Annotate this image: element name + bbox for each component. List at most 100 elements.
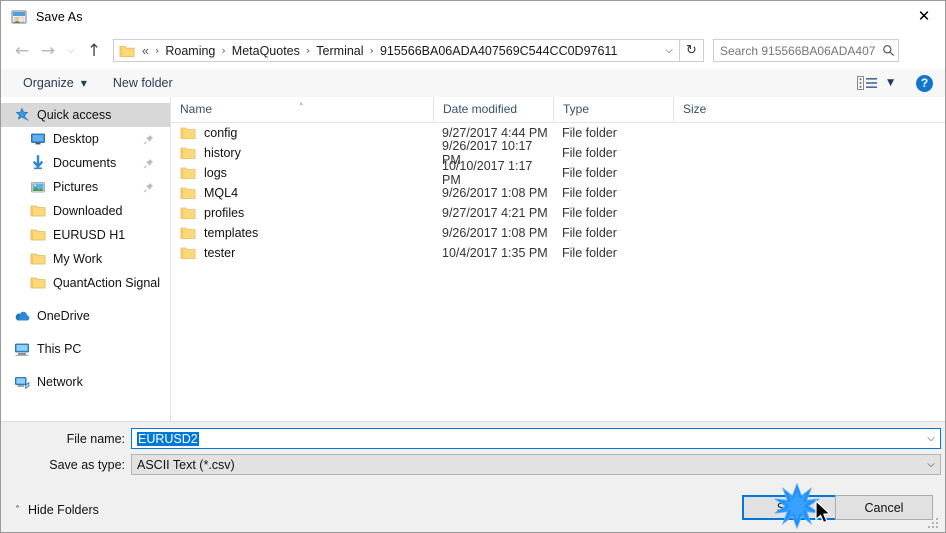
file-date-cell: 10/4/2017 1:35 PM	[442, 246, 548, 260]
organize-button[interactable]: Organize ▼	[19, 73, 91, 93]
search-input[interactable]	[714, 42, 878, 59]
this-pc-icon	[14, 341, 30, 357]
sidebar-item-this-pc[interactable]: This PC	[1, 337, 170, 361]
column-header-type[interactable]: Type	[553, 97, 673, 122]
folder-icon	[30, 275, 46, 291]
hide-folders-label: Hide Folders	[28, 503, 99, 517]
sidebar-item-my-work[interactable]: My Work	[1, 247, 170, 271]
sort-ascending-icon: ˄	[299, 103, 304, 113]
filetype-row: Save as type: ASCII Text (*.csv) ⌵	[15, 454, 941, 475]
save-as-dialog: Save As ✕ ← → ⌵ ↑ « › Roaming › MetaQuot…	[0, 0, 946, 533]
recent-locations-button[interactable]: ⌵	[61, 38, 81, 64]
folder-icon	[30, 203, 46, 219]
file-row[interactable]: profiles 9/27/2017 4:21 PM File folder	[171, 203, 945, 223]
file-date-cell: 9/26/2017 1:08 PM	[442, 186, 548, 200]
file-row[interactable]: templates 9/26/2017 1:08 PM File folder	[171, 223, 945, 243]
chevron-down-icon[interactable]: ▼	[887, 78, 894, 88]
file-name-label: history	[204, 146, 241, 160]
sidebar-item-label: OneDrive	[37, 309, 90, 323]
search-box[interactable]	[713, 39, 899, 62]
sidebar-item-downloaded[interactable]: Downloaded	[1, 199, 170, 223]
sidebar-item-label: EURUSD H1	[53, 228, 126, 242]
file-date-cell: 9/27/2017 4:21 PM	[442, 206, 548, 220]
help-icon: ?	[920, 76, 929, 90]
breadcrumb-item-roaming[interactable]: Roaming	[163, 43, 217, 59]
file-type-cell: File folder	[562, 166, 617, 180]
sidebar-item-desktop[interactable]: Desktop	[1, 127, 170, 151]
breadcrumb-item-metaquotes[interactable]: MetaQuotes	[230, 43, 302, 59]
sidebar-item-onedrive[interactable]: OneDrive	[1, 304, 170, 328]
folder-icon	[180, 126, 196, 140]
hide-folders-button[interactable]: ˄ Hide Folders	[15, 503, 99, 517]
address-bar[interactable]: « › Roaming › MetaQuotes › Terminal › 91…	[113, 39, 680, 62]
filename-input[interactable]: EURUSD2 ⌵	[131, 428, 941, 449]
up-button[interactable]: ↑	[81, 38, 107, 64]
chevron-down-icon: ▼	[80, 78, 87, 88]
sidebar-item-network[interactable]: Network	[1, 370, 170, 394]
sidebar-item-quick-access[interactable]: Quick access	[1, 103, 170, 127]
view-controls: ▼ ?	[857, 74, 933, 92]
forward-button[interactable]: →	[35, 38, 61, 64]
file-date-cell: 9/26/2017 1:08 PM	[442, 226, 548, 240]
window-title: Save As	[36, 9, 83, 24]
column-header-date[interactable]: Date modified	[433, 97, 553, 122]
pin-icon[interactable]	[143, 182, 154, 193]
close-button[interactable]: ✕	[901, 1, 945, 31]
file-row[interactable]: config 9/27/2017 4:44 PM File folder	[171, 123, 945, 143]
folder-icon	[180, 146, 196, 160]
save-button[interactable]: Save	[742, 495, 840, 520]
address-dropdown-icon[interactable]: ⌵	[659, 45, 679, 56]
onedrive-icon	[14, 308, 30, 324]
filename-row: File name: EURUSD2 ⌵	[15, 428, 941, 449]
sidebar-item-eurusd-h1[interactable]: EURUSD H1	[1, 223, 170, 247]
column-header-name[interactable]: Name ˄	[171, 97, 433, 122]
file-list-pane: Name ˄ Date modified Type Size config 9/27/20…	[171, 97, 945, 421]
breadcrumb-sep-2: ›	[305, 44, 311, 57]
sidebar-item-documents[interactable]: Documents	[1, 151, 170, 175]
column-header-size[interactable]: Size	[673, 97, 753, 122]
file-type-cell: File folder	[562, 126, 617, 140]
sidebar-item-label: My Work	[53, 252, 103, 266]
column-header-label: Type	[563, 102, 590, 116]
back-button[interactable]: ←	[9, 38, 35, 64]
chevron-down-icon[interactable]: ⌵	[922, 433, 940, 444]
pin-icon[interactable]	[143, 158, 154, 169]
filetype-value: ASCII Text (*.csv)	[137, 457, 235, 472]
file-row[interactable]: tester 10/4/2017 1:35 PM File folder	[171, 243, 945, 263]
file-name-label: MQL4	[204, 186, 239, 200]
documents-icon	[30, 155, 46, 171]
sidebar-item-pictures[interactable]: Pictures	[1, 175, 170, 199]
sidebar-item-label: Pictures	[53, 180, 99, 194]
sidebar-item-quantaction-signal[interactable]: QuantAction Signal	[1, 271, 170, 295]
breadcrumb-item-terminal[interactable]: Terminal	[314, 43, 365, 59]
refresh-icon: ↻	[686, 43, 697, 58]
help-button[interactable]: ?	[916, 74, 933, 92]
filetype-label: Save as type:	[49, 457, 125, 472]
column-header-label: Date modified	[443, 102, 518, 116]
new-folder-button[interactable]: New folder	[109, 73, 177, 93]
file-row[interactable]: MQL4 9/26/2017 1:08 PM File folder	[171, 183, 945, 203]
breadcrumb-sep-3: ›	[369, 44, 374, 57]
filename-selected-text: EURUSD2	[137, 431, 199, 446]
navigation-pane: Quick access Desktop Documents Pictures Down…	[1, 97, 171, 421]
resize-grip[interactable]	[928, 516, 941, 529]
sidebar-item-label: Desktop	[53, 132, 99, 146]
breadcrumb-sep-1: ›	[221, 44, 226, 57]
arrow-up-icon: ↑	[86, 40, 102, 61]
chevron-up-icon: ˄	[15, 504, 20, 516]
breadcrumb-item-instance[interactable]: 915566BA06ADA407569C544CC0D97611	[378, 43, 619, 59]
filename-label: File name:	[66, 431, 125, 446]
filetype-select[interactable]: ASCII Text (*.csv) ⌵	[131, 454, 941, 475]
file-type-cell: File folder	[562, 246, 617, 260]
sidebar-item-label: This PC	[37, 342, 82, 356]
cancel-button[interactable]: Cancel	[835, 495, 933, 520]
view-mode-icon[interactable]	[857, 75, 879, 91]
new-folder-label: New folder	[112, 76, 173, 90]
file-row[interactable]: history 9/26/2017 10:17 PM File folder	[171, 139, 945, 167]
file-name-label: profiles	[204, 206, 245, 220]
chevron-down-icon[interactable]: ⌵	[922, 459, 940, 470]
file-row[interactable]: logs 10/10/2017 1:17 PM File folder	[171, 159, 945, 187]
breadcrumb-overflow[interactable]: «	[140, 43, 151, 59]
pin-icon[interactable]	[143, 134, 154, 145]
refresh-button[interactable]: ↻	[680, 39, 704, 62]
